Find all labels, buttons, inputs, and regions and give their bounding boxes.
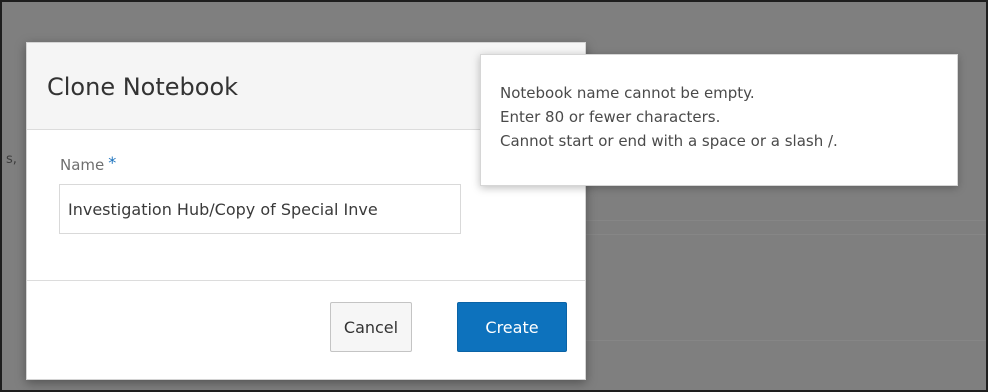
- tooltip-message-line: Notebook name cannot be empty.: [500, 84, 755, 102]
- background-divider: [562, 220, 986, 221]
- tooltip-message-line: Cannot start or end with a space or a sl…: [500, 132, 838, 150]
- screen-frame: s, Clone Notebook Name* Cancel Create No…: [0, 0, 988, 392]
- footer-divider: [27, 280, 585, 281]
- background-divider: [562, 234, 986, 235]
- create-button[interactable]: Create: [457, 302, 567, 352]
- name-label-text: Name: [60, 156, 105, 174]
- dialog-title: Clone Notebook: [47, 73, 239, 101]
- background-text-fragment: s,: [6, 152, 17, 167]
- cancel-button[interactable]: Cancel: [330, 302, 412, 352]
- notebook-name-input[interactable]: [59, 184, 461, 234]
- tooltip-message-line: Enter 80 or fewer characters.: [500, 108, 721, 126]
- name-field-label: Name *: [60, 153, 116, 174]
- background-divider: [562, 340, 986, 341]
- validation-tooltip: Notebook name cannot be empty. Enter 80 …: [480, 54, 958, 186]
- required-indicator: *: [108, 153, 117, 172]
